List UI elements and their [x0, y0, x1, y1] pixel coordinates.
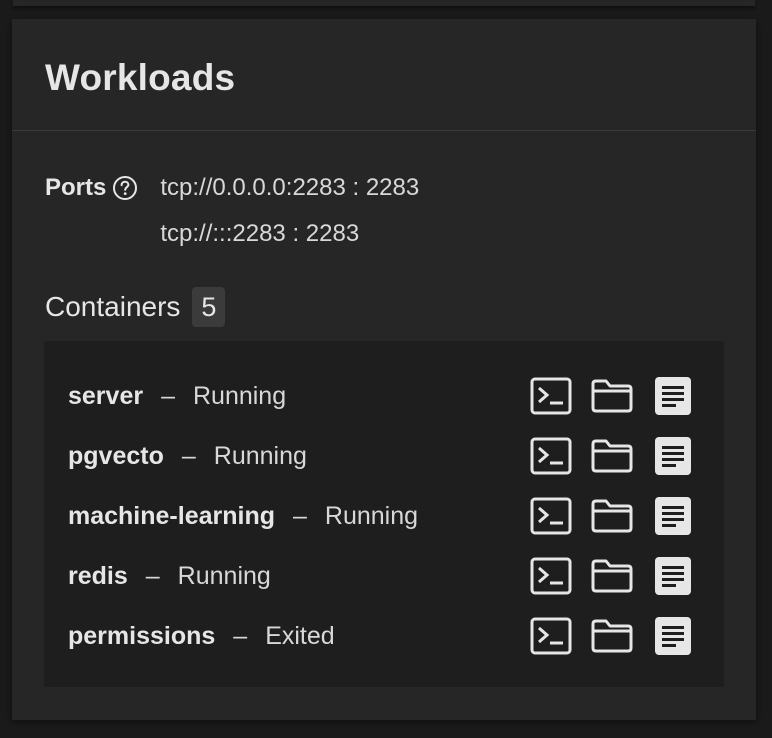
terminal-button[interactable]: [530, 435, 572, 477]
terminal-button[interactable]: [530, 495, 572, 537]
logs-button[interactable]: [652, 375, 694, 417]
container-actions: [530, 494, 694, 538]
folder-icon: [591, 379, 633, 413]
container-row: server – Running: [68, 374, 700, 418]
separator: –: [181, 441, 196, 470]
terminal-icon: [530, 437, 572, 475]
logs-button[interactable]: [652, 495, 694, 537]
container-name: permissions: [68, 621, 216, 650]
port-mapping: tcp://:::2283 : 2283: [160, 220, 360, 247]
separator: –: [233, 621, 248, 650]
folder-icon: [591, 559, 633, 593]
port-mapping: tcp://0.0.0.0:2283 : 2283: [160, 174, 420, 201]
card-header: Workloads: [12, 19, 756, 131]
folder-icon: [591, 619, 633, 653]
terminal-button[interactable]: [530, 615, 572, 657]
container-status: Exited: [265, 621, 335, 650]
container-actions: [530, 554, 694, 598]
container-actions: [530, 434, 694, 478]
container-actions: [530, 614, 694, 658]
files-button[interactable]: [591, 555, 633, 597]
workloads-card: Workloads Ports tcp://0.0.0.0:2283 : 228…: [12, 19, 756, 720]
ports-label: Ports: [45, 174, 107, 201]
logs-icon: [655, 437, 691, 475]
container-actions: [530, 374, 694, 418]
container-row: permissions – Exited: [68, 614, 700, 658]
logs-icon: [655, 557, 691, 595]
logs-button[interactable]: [652, 555, 694, 597]
files-button[interactable]: [591, 495, 633, 537]
ports-label-wrap: Ports: [45, 169, 138, 207]
container-name: redis: [68, 561, 128, 590]
terminal-icon: [530, 617, 572, 655]
container-status: Running: [177, 561, 271, 590]
previous-card-edge: [13, 0, 755, 6]
container-status: Running: [192, 381, 287, 410]
logs-icon: [655, 617, 691, 655]
separator: –: [145, 561, 160, 590]
folder-icon: [591, 439, 633, 473]
help-circle-icon[interactable]: [112, 175, 138, 201]
logs-icon: [655, 497, 691, 535]
files-button[interactable]: [591, 375, 633, 417]
container-name: pgvecto: [68, 441, 164, 470]
card-title: Workloads: [45, 57, 236, 98]
files-button[interactable]: [591, 615, 633, 657]
container-row: pgvecto – Running: [68, 434, 700, 478]
ports-section: Ports tcp://0.0.0.0:2283 : 2283 tcp://::…: [45, 169, 419, 261]
terminal-button[interactable]: [530, 555, 572, 597]
files-button[interactable]: [591, 435, 633, 477]
container-row: redis – Running: [68, 554, 700, 598]
container-name: server: [68, 381, 144, 410]
terminal-icon: [530, 497, 572, 535]
logs-icon: [655, 377, 691, 415]
container-name: machine-learning: [68, 501, 275, 530]
logs-button[interactable]: [652, 435, 694, 477]
ports-list: tcp://0.0.0.0:2283 : 2283 tcp://:::2283 …: [160, 169, 419, 261]
container-row: machine-learning – Running: [68, 494, 700, 538]
terminal-icon: [530, 377, 572, 415]
containers-list: server – Running pgvecto – Running machi…: [44, 341, 724, 687]
container-status: Running: [324, 501, 419, 530]
containers-count-badge: 5: [192, 287, 226, 327]
separator: –: [161, 381, 175, 410]
separator: –: [293, 501, 307, 530]
terminal-icon: [530, 557, 572, 595]
container-status: Running: [213, 441, 307, 470]
containers-label: Containers: [45, 291, 181, 322]
logs-button[interactable]: [652, 615, 694, 657]
folder-icon: [591, 499, 633, 533]
containers-heading: Containers 5: [45, 287, 226, 327]
terminal-button[interactable]: [530, 375, 572, 417]
